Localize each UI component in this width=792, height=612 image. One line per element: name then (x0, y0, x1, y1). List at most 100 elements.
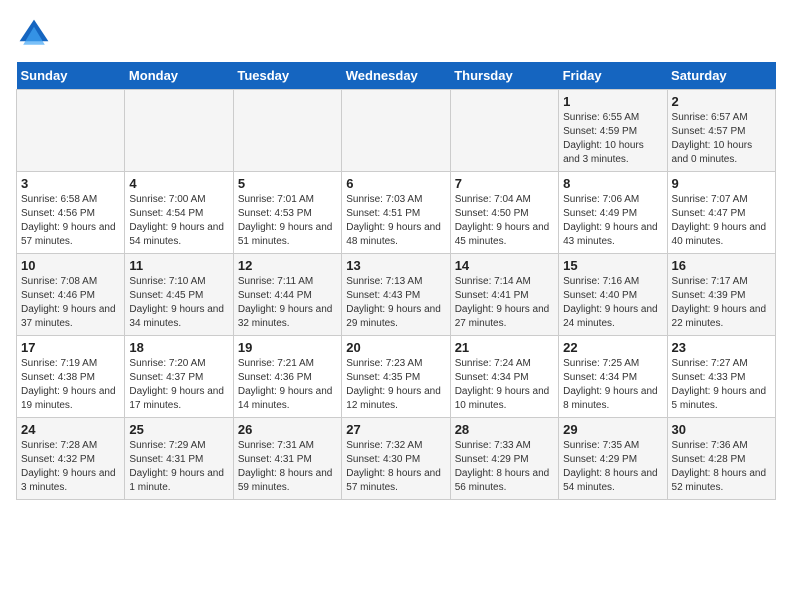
calendar-cell: 24 Sunrise: 7:28 AM Sunset: 4:32 PM Dayli… (17, 418, 125, 500)
calendar-cell: 3 Sunrise: 6:58 AM Sunset: 4:56 PM Daylig… (17, 172, 125, 254)
calendar-cell: 27 Sunrise: 7:32 AM Sunset: 4:30 PM Dayli… (342, 418, 450, 500)
calendar-cell (342, 90, 450, 172)
day-number: 29 (563, 422, 662, 437)
day-number: 9 (672, 176, 771, 191)
day-detail: Sunrise: 6:58 AM Sunset: 4:56 PM Dayligh… (21, 193, 120, 249)
day-detail: Sunrise: 7:07 AM Sunset: 4:47 PM Dayligh… (672, 193, 771, 249)
day-number: 24 (21, 422, 120, 437)
day-detail: Sunrise: 6:55 AM Sunset: 4:59 PM Dayligh… (563, 111, 662, 167)
day-number: 10 (21, 258, 120, 273)
day-detail: Sunrise: 7:24 AM Sunset: 4:34 PM Dayligh… (455, 357, 554, 413)
calendar-cell: 6 Sunrise: 7:03 AM Sunset: 4:51 PM Daylig… (342, 172, 450, 254)
logo-icon (16, 16, 52, 52)
day-number: 15 (563, 258, 662, 273)
calendar-cell: 22 Sunrise: 7:25 AM Sunset: 4:34 PM Dayli… (559, 336, 667, 418)
day-number: 3 (21, 176, 120, 191)
calendar-week-row: 10Sunrise: 7:08 AM Sunset: 4:46 PM Dayli… (17, 254, 776, 336)
day-number: 27 (346, 422, 445, 437)
day-number: 7 (455, 176, 554, 191)
day-detail: Sunrise: 7:04 AM Sunset: 4:50 PM Dayligh… (455, 193, 554, 249)
day-number: 8 (563, 176, 662, 191)
day-detail: Sunrise: 7:32 AM Sunset: 4:30 PM Dayligh… (346, 439, 445, 495)
day-number: 4 (129, 176, 228, 191)
calendar-cell: 29 Sunrise: 7:35 AM Sunset: 4:29 PM Dayli… (559, 418, 667, 500)
day-detail: Sunrise: 7:36 AM Sunset: 4:28 PM Dayligh… (672, 439, 771, 495)
day-number: 25 (129, 422, 228, 437)
weekday-header: Friday (559, 62, 667, 90)
weekday-header: Wednesday (342, 62, 450, 90)
calendar-cell: 26 Sunrise: 7:31 AM Sunset: 4:31 PM Dayli… (233, 418, 341, 500)
calendar-cell: 8 Sunrise: 7:06 AM Sunset: 4:49 PM Daylig… (559, 172, 667, 254)
calendar-cell (450, 90, 558, 172)
weekday-header: Monday (125, 62, 233, 90)
day-number: 19 (238, 340, 337, 355)
day-number: 18 (129, 340, 228, 355)
calendar-header: SundayMondayTuesdayWednesdayThursdayFrid… (17, 62, 776, 90)
day-detail: Sunrise: 7:21 AM Sunset: 4:36 PM Dayligh… (238, 357, 337, 413)
calendar-week-row: 3 Sunrise: 6:58 AM Sunset: 4:56 PM Daylig… (17, 172, 776, 254)
day-number: 22 (563, 340, 662, 355)
weekday-header: Saturday (667, 62, 775, 90)
calendar-cell (233, 90, 341, 172)
day-number: 26 (238, 422, 337, 437)
logo (16, 16, 56, 52)
day-detail: Sunrise: 7:23 AM Sunset: 4:35 PM Dayligh… (346, 357, 445, 413)
day-detail: Sunrise: 7:13 AM Sunset: 4:43 PM Dayligh… (346, 275, 445, 331)
day-detail: Sunrise: 7:28 AM Sunset: 4:32 PM Dayligh… (21, 439, 120, 495)
calendar-cell: 16 Sunrise: 7:17 AM Sunset: 4:39 PM Dayli… (667, 254, 775, 336)
day-detail: Sunrise: 7:03 AM Sunset: 4:51 PM Dayligh… (346, 193, 445, 249)
day-detail: Sunrise: 6:57 AM Sunset: 4:57 PM Dayligh… (672, 111, 771, 167)
calendar-body: 1 Sunrise: 6:55 AM Sunset: 4:59 PM Daylig… (17, 90, 776, 500)
calendar-week-row: 17 Sunrise: 7:19 AM Sunset: 4:38 PM Dayli… (17, 336, 776, 418)
calendar-cell: 20 Sunrise: 7:23 AM Sunset: 4:35 PM Dayli… (342, 336, 450, 418)
day-detail: Sunrise: 7:29 AM Sunset: 4:31 PM Dayligh… (129, 439, 228, 495)
day-detail: Sunrise: 7:11 AM Sunset: 4:44 PM Dayligh… (238, 275, 337, 331)
calendar-cell: 11 Sunrise: 7:10 AM Sunset: 4:45 PM Dayli… (125, 254, 233, 336)
day-detail: Sunrise: 7:20 AM Sunset: 4:37 PM Dayligh… (129, 357, 228, 413)
calendar-cell: 17 Sunrise: 7:19 AM Sunset: 4:38 PM Dayli… (17, 336, 125, 418)
weekday-header: Tuesday (233, 62, 341, 90)
day-number: 30 (672, 422, 771, 437)
calendar-week-row: 1 Sunrise: 6:55 AM Sunset: 4:59 PM Daylig… (17, 90, 776, 172)
day-number: 16 (672, 258, 771, 273)
weekday-header: Sunday (17, 62, 125, 90)
calendar-cell: 1 Sunrise: 6:55 AM Sunset: 4:59 PM Daylig… (559, 90, 667, 172)
day-number: 14 (455, 258, 554, 273)
calendar-cell: 13 Sunrise: 7:13 AM Sunset: 4:43 PM Dayli… (342, 254, 450, 336)
day-number: 17 (21, 340, 120, 355)
calendar-cell: 30 Sunrise: 7:36 AM Sunset: 4:28 PM Dayli… (667, 418, 775, 500)
calendar-cell (125, 90, 233, 172)
weekday-header: Thursday (450, 62, 558, 90)
day-detail: Sunrise: 7:25 AM Sunset: 4:34 PM Dayligh… (563, 357, 662, 413)
day-detail: Sunrise: 7:31 AM Sunset: 4:31 PM Dayligh… (238, 439, 337, 495)
day-detail: Sunrise: 7:33 AM Sunset: 4:29 PM Dayligh… (455, 439, 554, 495)
day-detail: Sunrise: 7:35 AM Sunset: 4:29 PM Dayligh… (563, 439, 662, 495)
calendar-cell: 19 Sunrise: 7:21 AM Sunset: 4:36 PM Dayli… (233, 336, 341, 418)
day-number: 11 (129, 258, 228, 273)
calendar-cell: 4 Sunrise: 7:00 AM Sunset: 4:54 PM Daylig… (125, 172, 233, 254)
day-number: 6 (346, 176, 445, 191)
day-number: 1 (563, 94, 662, 109)
header (16, 16, 776, 52)
day-number: 12 (238, 258, 337, 273)
day-number: 20 (346, 340, 445, 355)
day-detail: Sunrise: 7:27 AM Sunset: 4:33 PM Dayligh… (672, 357, 771, 413)
calendar-cell: 14Sunrise: 7:14 AM Sunset: 4:41 PM Dayli… (450, 254, 558, 336)
calendar-cell: 23 Sunrise: 7:27 AM Sunset: 4:33 PM Dayli… (667, 336, 775, 418)
calendar-cell: 21Sunrise: 7:24 AM Sunset: 4:34 PM Dayli… (450, 336, 558, 418)
calendar-cell: 5Sunrise: 7:01 AM Sunset: 4:53 PM Daylig… (233, 172, 341, 254)
day-number: 23 (672, 340, 771, 355)
calendar-cell: 2 Sunrise: 6:57 AM Sunset: 4:57 PM Daylig… (667, 90, 775, 172)
day-detail: Sunrise: 7:00 AM Sunset: 4:54 PM Dayligh… (129, 193, 228, 249)
day-detail: Sunrise: 7:01 AM Sunset: 4:53 PM Dayligh… (238, 193, 337, 249)
calendar-cell: 7 Sunrise: 7:04 AM Sunset: 4:50 PM Daylig… (450, 172, 558, 254)
day-detail: Sunrise: 7:19 AM Sunset: 4:38 PM Dayligh… (21, 357, 120, 413)
day-number: 13 (346, 258, 445, 273)
calendar-cell: 12 Sunrise: 7:11 AM Sunset: 4:44 PM Dayli… (233, 254, 341, 336)
day-detail: Sunrise: 7:06 AM Sunset: 4:49 PM Dayligh… (563, 193, 662, 249)
day-detail: Sunrise: 7:10 AM Sunset: 4:45 PM Dayligh… (129, 275, 228, 331)
day-detail: Sunrise: 7:17 AM Sunset: 4:39 PM Dayligh… (672, 275, 771, 331)
calendar-cell: 25 Sunrise: 7:29 AM Sunset: 4:31 PM Dayli… (125, 418, 233, 500)
day-number: 2 (672, 94, 771, 109)
calendar-cell: 10Sunrise: 7:08 AM Sunset: 4:46 PM Dayli… (17, 254, 125, 336)
